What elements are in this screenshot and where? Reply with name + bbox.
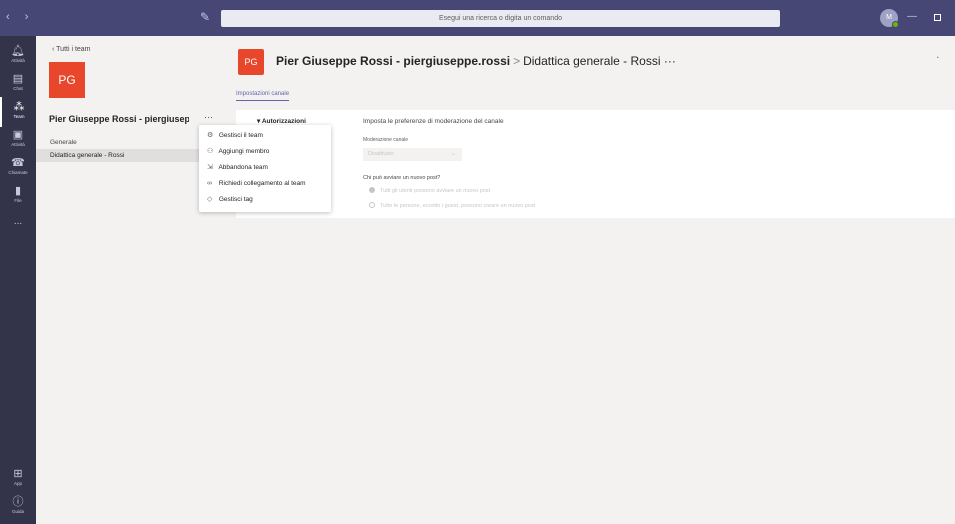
teams-icon: ⁂ <box>13 101 25 113</box>
moderation-pref-title: Imposta le preferenze di moderazione del… <box>363 118 504 125</box>
moderation-label: Moderazione canale <box>363 137 409 143</box>
apps-icon: ⊞ <box>13 468 23 480</box>
permissions-section[interactable]: ▾ Autorizzazioni <box>257 117 306 125</box>
search-input[interactable]: Esegui una ricerca o digita un comando <box>221 10 780 27</box>
radio-label: Tutti gli utenti possono avviare un nuov… <box>380 188 491 194</box>
appbar-activity[interactable]: 🔔︎ Attività <box>0 41 36 71</box>
file-icon: ▮ <box>14 185 22 197</box>
leave-icon: ⇲ <box>207 164 213 171</box>
maximize-icon[interactable] <box>934 14 941 21</box>
team-context-menu: ⚙ Gestisci il team ⚇ Aggiungi membro ⇲ A… <box>199 125 331 212</box>
new-post-question: Chi può avviare un nuovo post? <box>363 175 441 181</box>
gear-icon: ⚙ <box>207 132 214 139</box>
avatar[interactable]: M <box>880 9 899 28</box>
permissions-heading: Autorizzazioni <box>261 118 306 125</box>
team-name[interactable]: Pier Giuseppe Rossi - piergiusep... <box>49 114 189 124</box>
help-icon: ⓘ <box>12 496 24 508</box>
appbar-label: Guida <box>11 509 24 514</box>
main-content: PG Pier Giuseppe Rossi - piergiuseppe.ro… <box>220 36 955 524</box>
appbar-teams[interactable]: ⁂ Team <box>0 97 36 127</box>
moderation-value: Disattivato <box>368 151 394 157</box>
app-bar: 🔔︎ Attività ▤ Chat ⁂ Team ▣ Attività ☎︎ … <box>0 36 36 524</box>
radio-everyone: Tutti gli utenti possono avviare un nuov… <box>369 187 490 194</box>
chat-icon: ▤ <box>12 73 24 85</box>
page-title: Pier Giuseppe Rossi - piergiuseppe.rossi… <box>276 54 676 68</box>
team-more-button[interactable]: ··· <box>204 112 213 122</box>
assignments-icon: ▣ <box>12 129 24 141</box>
menu-item-manage-team[interactable]: ⚙ Gestisci il team <box>199 128 331 144</box>
menu-item-label: Richiedi collegamento al team <box>218 180 306 187</box>
more-apps-button[interactable]: ... <box>0 216 36 227</box>
menu-item-label: Gestisci tag <box>218 196 253 203</box>
moderation-select: Disattivato ⌄ <box>363 148 462 161</box>
radio-dot <box>369 187 375 193</box>
nav-arrows[interactable]: ‹ › <box>6 11 34 23</box>
tag-icon: ◇ <box>207 196 213 203</box>
presence-dot <box>892 21 899 28</box>
minimize-icon[interactable]: — <box>907 11 917 22</box>
phone-icon: ☎︎ <box>11 157 25 169</box>
add-person-icon: ⚇ <box>207 148 214 155</box>
channel-item[interactable]: Didattica generale - Rossi <box>36 149 220 162</box>
bell-icon: 🔔︎ <box>11 45 25 57</box>
radio-label: Tutte le persone, eccetto i guest, posso… <box>380 203 536 209</box>
appbar-files[interactable]: ▮ File <box>0 181 36 211</box>
header-team-name[interactable]: Pier Giuseppe Rossi - piergiuseppe.rossi <box>276 54 510 68</box>
header-team-tile: PG <box>238 49 264 75</box>
title-bar: ‹ › ✎ Esegui una ricerca o digita un com… <box>0 0 955 36</box>
settings-card: ▾ Autorizzazioni Imposta le preferenze d… <box>236 110 955 218</box>
channel-info-icon[interactable]: ◔ <box>935 55 939 62</box>
radio-no-guests: Tutte le persone, eccetto i guest, posso… <box>369 202 535 209</box>
menu-item-leave-team[interactable]: ⇲ Abbandona team <box>199 160 331 176</box>
tab-channel-settings[interactable]: Impostazioni canale <box>236 91 290 101</box>
menu-item-label: Abbandona team <box>218 164 268 171</box>
radio-dot <box>369 202 375 208</box>
compose-icon[interactable]: ✎ <box>200 10 214 24</box>
appbar-assignments[interactable]: ▣ Attività <box>0 125 36 155</box>
team-panel: ‹ Tutti i team PG Pier Giuseppe Rossi - … <box>36 36 220 524</box>
channel-item[interactable]: Generale <box>36 136 220 149</box>
appbar-label: App <box>13 481 22 486</box>
breadcrumb-separator: > <box>513 54 521 68</box>
appbar-label: File <box>14 198 22 203</box>
appbar-chat[interactable]: ▤ Chat <box>0 69 36 99</box>
appbar-label: Attività <box>11 142 25 147</box>
menu-item-get-link[interactable]: ∞ Richiedi collegamento al team <box>199 176 331 192</box>
team-tile: PG <box>49 62 85 98</box>
menu-item-label: Gestisci il team <box>218 132 263 139</box>
appbar-label: Attività <box>11 58 25 63</box>
appbar-label: Chiamate <box>8 170 28 175</box>
all-teams-link[interactable]: ‹ Tutti i team <box>52 46 91 53</box>
all-teams-label: Tutti i team <box>56 46 91 53</box>
appbar-help[interactable]: ⓘ Guida <box>0 492 36 522</box>
appbar-label: Chat <box>13 86 23 91</box>
menu-item-label: Aggiungi membro <box>218 148 270 155</box>
menu-item-manage-tags[interactable]: ◇ Gestisci tag <box>199 192 331 208</box>
appbar-apps[interactable]: ⊞ App <box>0 464 36 494</box>
appbar-calls[interactable]: ☎︎ Chiamate <box>0 153 36 183</box>
header-channel-name[interactable]: Didattica generale - Rossi ··· <box>523 54 676 68</box>
menu-item-add-member[interactable]: ⚇ Aggiungi membro <box>199 144 331 160</box>
avatar-initials: M <box>886 14 892 21</box>
link-icon: ∞ <box>207 180 212 187</box>
appbar-label: Team <box>13 114 25 119</box>
chevron-down-icon: ⌄ <box>450 151 456 157</box>
